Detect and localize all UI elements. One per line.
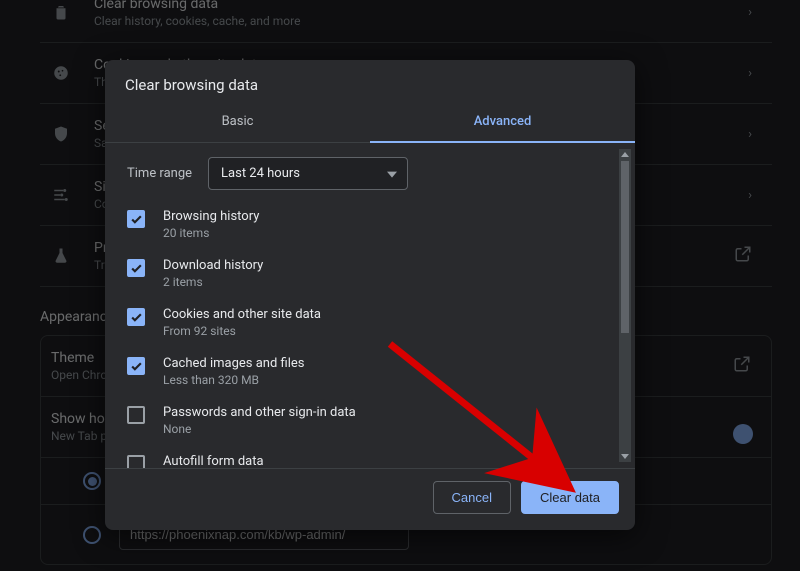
option-cookies[interactable]: Cookies and other site data From 92 site… xyxy=(127,298,613,347)
checkbox-checked[interactable] xyxy=(127,259,145,277)
cancel-button[interactable]: Cancel xyxy=(433,481,511,514)
option-title: Download history xyxy=(163,258,263,273)
time-range-select[interactable]: Last 24 hours xyxy=(208,157,408,190)
option-cached[interactable]: Cached images and files Less than 320 MB xyxy=(127,347,613,396)
option-title: Passwords and other sign-in data xyxy=(163,405,356,420)
dialog-title: Clear browsing data xyxy=(105,60,635,104)
tab-basic[interactable]: Basic xyxy=(105,104,370,143)
scrollbar-thumb[interactable] xyxy=(621,161,629,333)
clear-data-button[interactable]: Clear data xyxy=(521,481,619,514)
checkbox-checked[interactable] xyxy=(127,308,145,326)
option-sub: 20 items xyxy=(163,226,259,240)
chevron-down-icon xyxy=(387,171,397,177)
option-sub: 2 items xyxy=(163,275,263,289)
option-sub: None xyxy=(163,422,356,436)
option-sub: From 92 sites xyxy=(163,324,321,338)
option-title: Cached images and files xyxy=(163,356,304,371)
option-browsing-history[interactable]: Browsing history 20 items xyxy=(127,200,613,249)
checkbox-unchecked[interactable] xyxy=(127,406,145,424)
time-range-value: Last 24 hours xyxy=(221,166,300,181)
option-title: Cookies and other site data xyxy=(163,307,321,322)
checkbox-unchecked[interactable] xyxy=(127,455,145,468)
option-passwords[interactable]: Passwords and other sign-in data None xyxy=(127,396,613,445)
clear-browsing-data-dialog: Clear browsing data Basic Advanced Time … xyxy=(105,60,635,530)
tab-advanced[interactable]: Advanced xyxy=(370,104,635,143)
option-autofill[interactable]: Autofill form data xyxy=(127,445,613,468)
scrollbar[interactable] xyxy=(619,149,631,462)
option-sub: Less than 320 MB xyxy=(163,373,304,387)
time-range-label: Time range xyxy=(127,166,192,181)
checkbox-checked[interactable] xyxy=(127,210,145,228)
option-download-history[interactable]: Download history 2 items xyxy=(127,249,613,298)
option-title: Browsing history xyxy=(163,209,259,224)
option-title: Autofill form data xyxy=(163,454,264,468)
checkbox-checked[interactable] xyxy=(127,357,145,375)
